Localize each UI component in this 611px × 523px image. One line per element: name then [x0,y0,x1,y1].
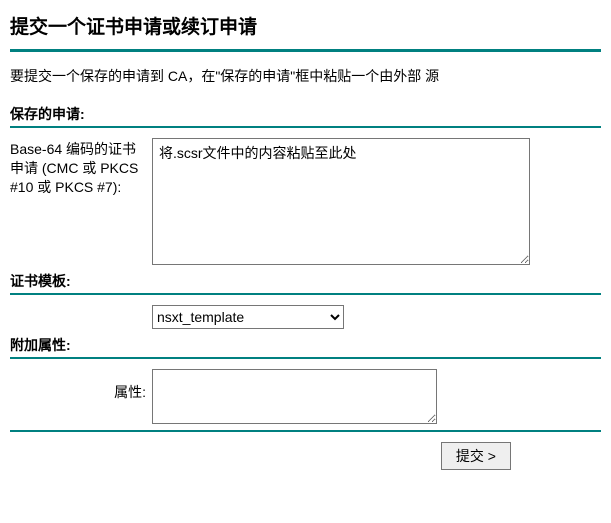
saved-request-label: Base-64 编码的证书申请 (CMC 或 PKCS #10 或 PKCS #… [10,138,152,197]
submit-button[interactable]: 提交 > [441,442,511,470]
divider-additional-attrs [10,357,601,359]
attributes-textarea[interactable] [152,369,437,424]
divider-cert-template [10,293,601,295]
divider-top [10,49,601,52]
saved-request-textarea[interactable]: 将.scsr文件中的内容粘贴至此处 [152,138,530,265]
cert-template-label-spacer [10,305,152,308]
divider-saved-request [10,126,601,128]
saved-request-heading: 保存的申请: [10,104,601,124]
page-title: 提交一个证书申请或续订申请 [10,12,601,39]
divider-bottom [10,430,601,432]
attributes-label: 属性: [10,369,152,402]
intro-text: 要提交一个保存的申请到 CA，在"保存的申请"框中粘贴一个由外部 源 [10,66,601,86]
cert-template-heading: 证书模板: [10,271,601,291]
cert-template-select[interactable]: nsxt_template [152,305,344,329]
additional-attrs-heading: 附加属性: [10,335,601,355]
